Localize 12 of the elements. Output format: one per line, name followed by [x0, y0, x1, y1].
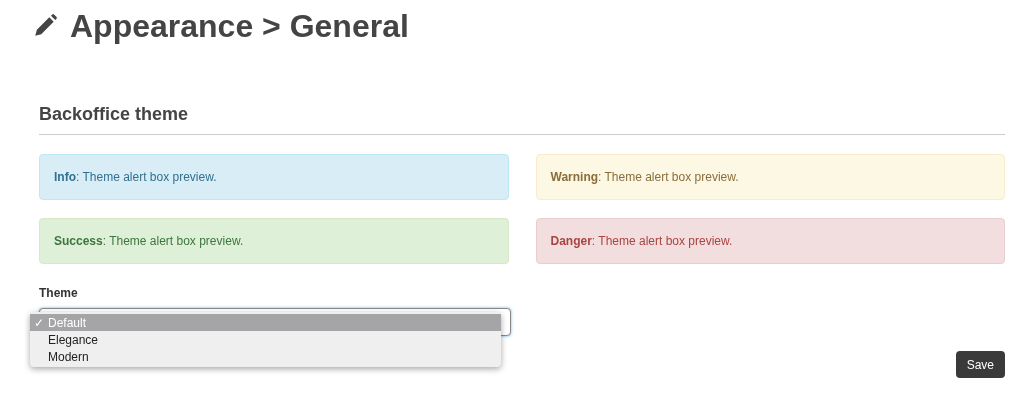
save-button[interactable]: Save — [955, 351, 1005, 378]
section-title: Backoffice theme — [39, 103, 190, 126]
alert-text: Danger: Theme alert box preview. — [550, 233, 733, 250]
alert-text: Info: Theme alert box preview. — [54, 169, 217, 186]
check-mark: ✓ — [33, 314, 45, 332]
dropdown-option[interactable]: Modern — [30, 348, 501, 365]
alert-text: Success: Theme alert box preview. — [54, 233, 244, 250]
page-title: Appearance > General — [70, 7, 409, 46]
pencil-icon — [32, 13, 58, 39]
dropdown-option[interactable]: Elegance — [30, 331, 501, 348]
field-label: Theme — [39, 285, 78, 302]
alert-text: Warning: Theme alert box preview. — [550, 169, 739, 186]
